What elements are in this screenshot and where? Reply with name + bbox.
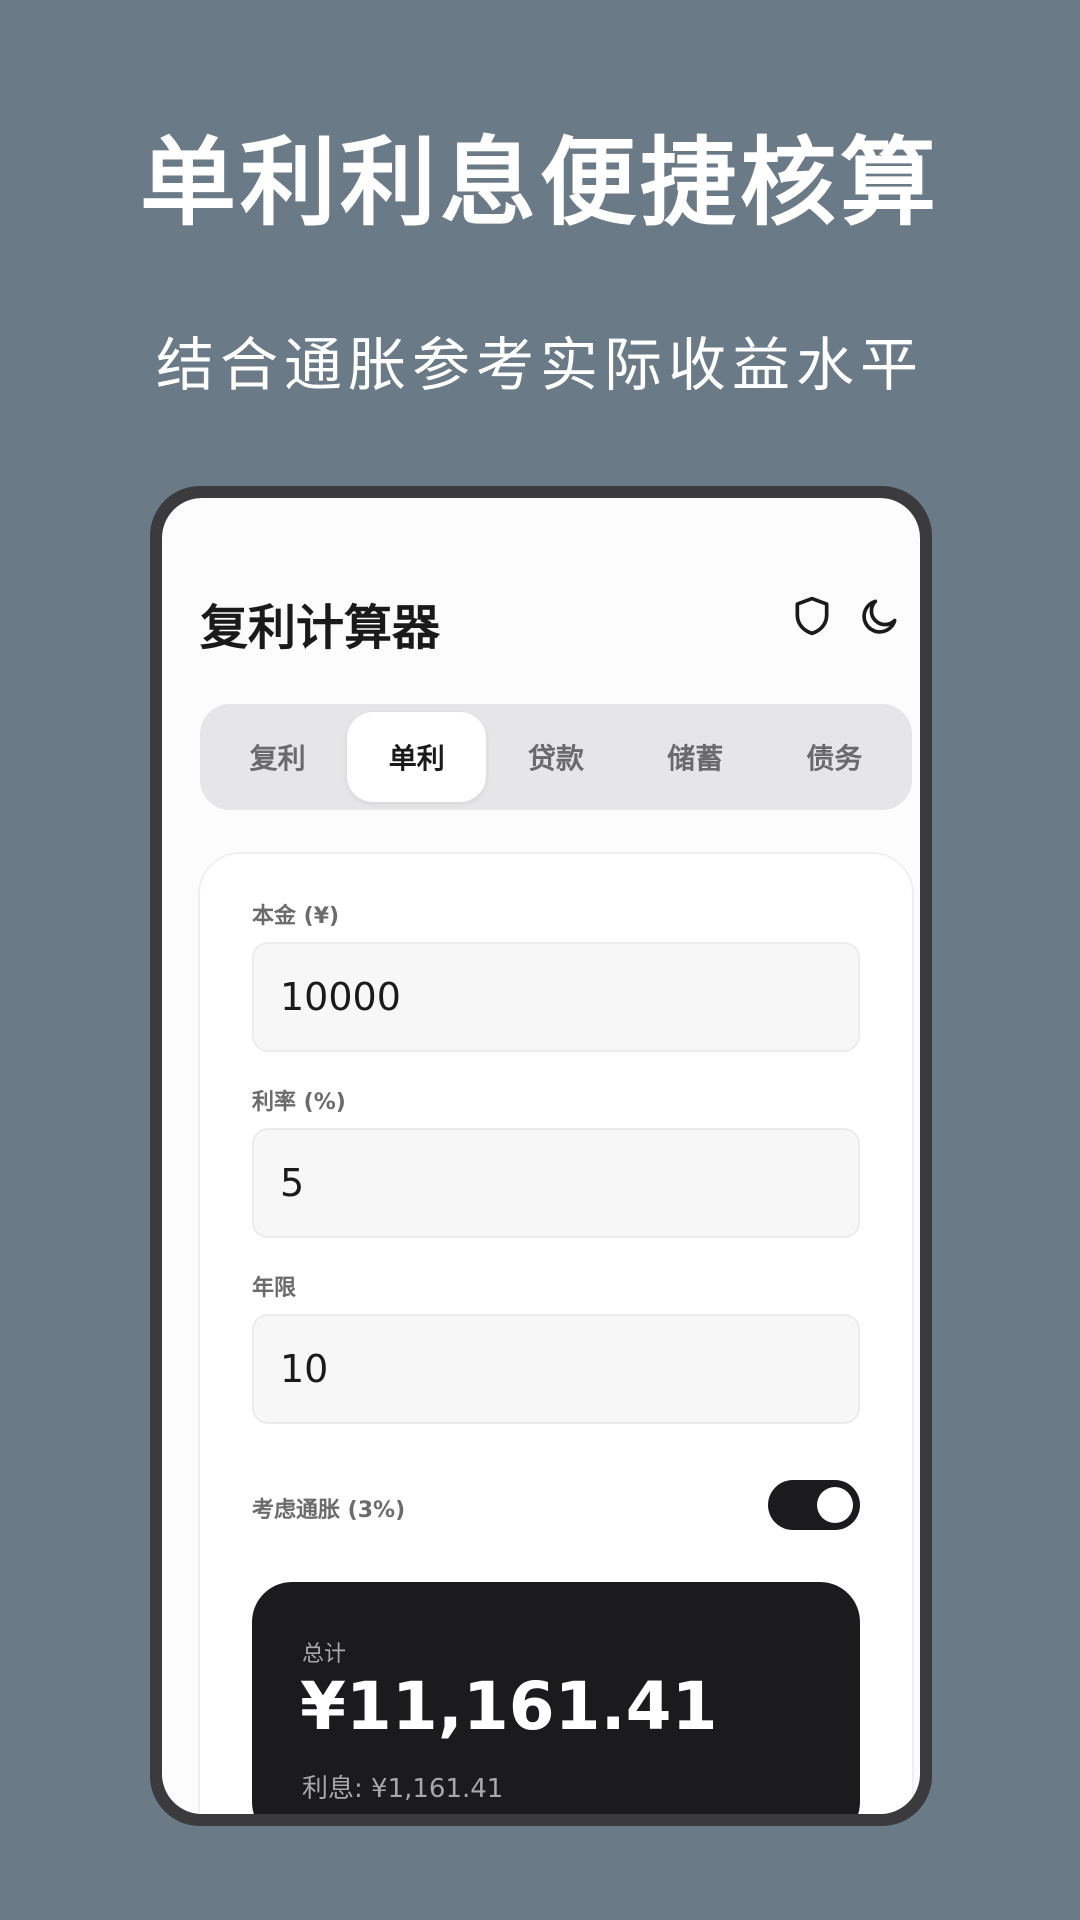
toggle-knob xyxy=(817,1487,853,1523)
result-label: 总计 xyxy=(302,1642,347,1667)
tab-compound[interactable]: 复利 xyxy=(208,712,347,802)
tab-debt[interactable]: 债务 xyxy=(765,712,904,802)
inflation-toggle[interactable] xyxy=(768,1480,860,1530)
principal-input[interactable] xyxy=(252,942,860,1052)
tab-savings[interactable]: 储蓄 xyxy=(626,712,765,802)
rate-input[interactable] xyxy=(252,1128,860,1238)
result-interest: 利息: ¥1,161.41 xyxy=(302,1774,504,1804)
calculator-tabs: 复利 单利 贷款 储蓄 债务 xyxy=(200,704,912,810)
principal-label: 本金 (¥) xyxy=(252,904,340,929)
inflation-label: 考虑通胀 (3%) xyxy=(252,1498,406,1523)
result-panel: 总计 ¥11,161.41 利息: ¥1,161.41 xyxy=(252,1582,860,1814)
tab-simple[interactable]: 单利 xyxy=(347,712,487,802)
moon-icon[interactable] xyxy=(858,594,902,638)
tab-loan[interactable]: 贷款 xyxy=(486,712,625,802)
promo-subtitle: 结合通胀参考实际收益水平 xyxy=(155,331,924,399)
app-screen: 复利计算器 复利 单利 贷款 储蓄 债务 本金 (¥) 利率 (%) 年限 xyxy=(162,498,920,1814)
promo-title: 单利利息便捷核算 xyxy=(140,127,940,239)
calculator-card: 本金 (¥) 利率 (%) 年限 考虑通胀 (3%) 总计 ¥11,161.41… xyxy=(200,854,912,1814)
years-label: 年限 xyxy=(252,1276,297,1301)
years-input[interactable] xyxy=(252,1314,860,1424)
result-total: ¥11,161.41 xyxy=(300,1668,718,1745)
app-title: 复利计算器 xyxy=(200,600,441,656)
rate-label: 利率 (%) xyxy=(252,1090,346,1115)
shield-icon[interactable] xyxy=(790,594,834,638)
phone-frame: 复利计算器 复利 单利 贷款 储蓄 债务 本金 (¥) 利率 (%) 年限 xyxy=(150,486,932,1826)
